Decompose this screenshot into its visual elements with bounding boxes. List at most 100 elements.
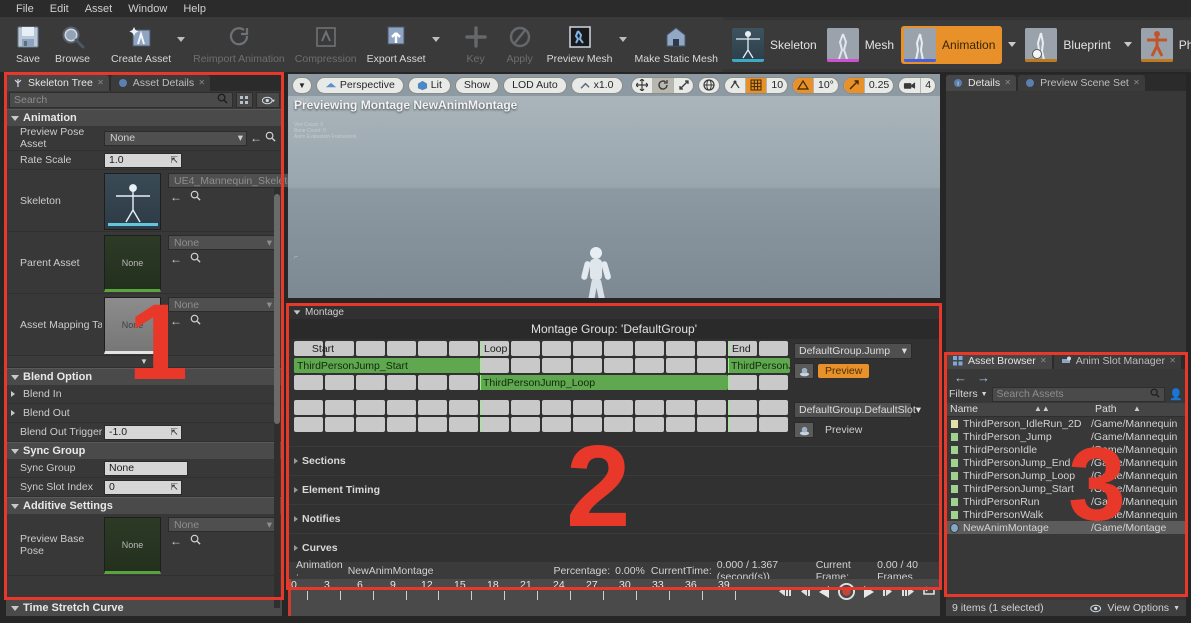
blend-out-trigger-time-input[interactable]: -1.0 ⇱ <box>104 424 182 440</box>
slot-jump-preview-icon[interactable] <box>794 363 814 379</box>
asset-mapping-table-thumbnail[interactable]: None <box>104 297 161 354</box>
preview-base-pose-combo[interactable]: None ▾ <box>168 517 276 532</box>
view-mode-button[interactable]: Perspective <box>315 76 404 94</box>
table-row[interactable]: NewAnimMontage /Game/Montage <box>946 521 1186 534</box>
scale-snap-value-dropdown[interactable]: 0.25 <box>865 78 893 93</box>
table-row[interactable]: ThirdPersonRun /Game/Mannequin <box>946 495 1186 508</box>
table-row[interactable]: ThirdPersonJump_End /Game/Mannequin <box>946 456 1186 469</box>
mode-mesh[interactable]: Mesh <box>824 26 901 64</box>
browse-to-asset-icon[interactable] <box>265 131 276 145</box>
browse-button[interactable]: Browse <box>50 20 95 65</box>
tab-asset-details[interactable]: Asset Details ✕ <box>110 75 211 91</box>
user-filter-icon[interactable]: 👤 <box>1169 388 1183 401</box>
slot-defaultslot-preview-button[interactable]: Preview <box>818 423 869 437</box>
tab-asset-details-close-icon[interactable]: ✕ <box>198 78 205 87</box>
move-tool-button[interactable] <box>632 77 653 93</box>
mode-blueprint[interactable]: Blueprint <box>1022 26 1117 64</box>
table-row[interactable]: ThirdPersonWalk /Game/Mannequin <box>946 508 1186 521</box>
grid-snap-toggle[interactable] <box>746 77 768 93</box>
slot-defaultslot-preview-icon[interactable] <box>794 422 814 438</box>
tab-asset-browser[interactable]: Asset Browser ✕ <box>946 353 1052 369</box>
search-input[interactable]: Search <box>9 92 233 108</box>
scale-snap-toggle[interactable] <box>843 77 865 93</box>
preview-mesh-dropdown-arrow-icon[interactable] <box>618 36 627 42</box>
section-sections[interactable]: Sections <box>288 446 940 475</box>
tab-anim-slot-manager[interactable]: Anim Slot Manager ✕ <box>1053 353 1181 369</box>
asset-mapping-table-combo[interactable]: None ▾ <box>168 297 276 312</box>
sync-slot-index-input[interactable]: 0 ⇱ <box>104 479 182 495</box>
settings-grid-button[interactable] <box>236 92 253 108</box>
tab-details-close-icon[interactable]: ✕ <box>1004 78 1011 87</box>
montage-segment-jump-start[interactable]: ThirdPersonJump_Start <box>294 358 480 373</box>
preview-pose-asset-combo[interactable]: None ▾ <box>104 130 247 146</box>
viewport-3d-scene[interactable] <box>288 96 940 298</box>
record-icon[interactable] <box>838 583 855 600</box>
montage-defaultslot-lane-1[interactable] <box>294 417 788 432</box>
animation-viewport[interactable]: ▼ Perspective Lit Show LOD Auto x1.0 10 … <box>288 74 940 298</box>
slot-jump-preview-button[interactable]: Preview <box>818 364 870 378</box>
column-header-path[interactable]: Path ▲ <box>1091 403 1186 416</box>
mode-animation[interactable]: Animation <box>901 25 1003 64</box>
arrow-left-icon[interactable]: ← <box>954 370 967 385</box>
tab-skeleton-tree-close-icon[interactable]: ✕ <box>97 78 104 87</box>
drag-handle-icon[interactable]: ⇱ <box>170 427 178 438</box>
step-back-icon[interactable] <box>799 585 811 598</box>
montage-defaultslot-lane-0[interactable] <box>294 400 788 415</box>
skeleton-use-selected-icon[interactable]: ← <box>170 190 182 204</box>
rate-scale-input[interactable]: 1.0 ⇱ <box>104 152 182 168</box>
drag-handle-icon[interactable]: ⇱ <box>170 482 178 493</box>
filters-button[interactable]: Filters ▼ <box>949 388 988 400</box>
section-marker-loop[interactable]: Loop <box>480 341 540 356</box>
view-options-button[interactable]: View Options ▼ <box>1090 602 1180 614</box>
asset-search-input[interactable]: Search Assets <box>991 386 1166 402</box>
preview-base-pose-browse-icon[interactable] <box>190 534 201 548</box>
blend-in-expander-icon[interactable] <box>11 391 15 397</box>
mode-physics[interactable]: Physics <box>1138 26 1191 64</box>
sync-group-input[interactable]: None <box>104 460 188 476</box>
menu-item-window[interactable]: Window <box>120 2 175 16</box>
tab-skeleton-tree[interactable]: Skeleton Tree ✕ <box>6 75 109 91</box>
tab-anim-slot-manager-close-icon[interactable]: ✕ <box>1169 356 1176 365</box>
show-more-properties-button[interactable]: ▼ <box>6 356 282 368</box>
category-animation[interactable]: Animation <box>6 109 282 126</box>
play-icon[interactable] <box>862 585 875 599</box>
step-forward-icon[interactable] <box>882 585 894 598</box>
parent-asset-browse-icon[interactable] <box>190 252 201 266</box>
skeleton-browse-icon[interactable] <box>190 190 201 204</box>
tab-asset-browser-close-icon[interactable]: ✕ <box>1040 356 1047 365</box>
parent-asset-combo[interactable]: None ▾ <box>168 235 276 250</box>
save-button[interactable]: Save <box>6 20 50 65</box>
step-forward-end-icon[interactable] <box>901 585 915 598</box>
montage-anim-lane-0[interactable]: ThirdPersonJump_Start ThirdPersonJum <box>294 358 790 373</box>
tab-preview-scene-close-icon[interactable]: ✕ <box>1133 78 1140 87</box>
asset-mapping-browse-icon[interactable] <box>190 314 201 328</box>
section-marker-start[interactable]: Start <box>294 341 352 356</box>
make-static-mesh-button[interactable]: Make Static Mesh <box>630 20 723 65</box>
montage-timeline[interactable]: 0 3 6 9 12 15 18 21 24 27 30 33 36 39 <box>288 579 940 616</box>
preview-base-pose-thumbnail[interactable]: None <box>104 517 161 574</box>
preview-base-pose-use-selected-icon[interactable]: ← <box>170 534 182 548</box>
category-time-stretch-curve[interactable]: Time Stretch Curve <box>6 599 282 616</box>
tab-preview-scene-settings[interactable]: Preview Scene Set ✕ <box>1018 75 1145 91</box>
category-blend-option[interactable]: Blend Option <box>6 368 282 385</box>
lod-button[interactable]: LOD Auto <box>503 76 567 94</box>
details-scrollbar-thumb[interactable] <box>274 194 280 424</box>
surface-snap-button[interactable] <box>725 77 747 93</box>
angle-snap-value-dropdown[interactable]: 10° <box>814 78 838 93</box>
playback-speed-button[interactable]: x1.0 <box>570 76 623 94</box>
column-header-name[interactable]: Name ▲▲ <box>946 403 1091 416</box>
step-back-end-icon[interactable] <box>778 585 792 598</box>
menu-item-file[interactable]: File <box>8 2 42 16</box>
mode-animation-dropdown-arrow-icon[interactable] <box>1008 42 1017 47</box>
slot-defaultslot-combo[interactable]: DefaultGroup.DefaultSlot ▾ <box>794 402 921 418</box>
montage-segment-jump-end[interactable]: ThirdPersonJum <box>728 358 790 373</box>
mode-skeleton[interactable]: Skeleton <box>729 26 824 64</box>
timeline-playhead[interactable] <box>288 579 291 616</box>
export-asset-dropdown-arrow-icon[interactable] <box>431 36 440 42</box>
grid-snap-value-dropdown[interactable]: 10 <box>767 78 787 93</box>
tab-details[interactable]: i Details ✕ <box>946 75 1017 91</box>
table-row[interactable]: ThirdPerson_Jump /Game/Mannequin <box>946 430 1186 443</box>
montage-panel-header[interactable]: Montage <box>288 305 940 319</box>
play-reverse-icon[interactable] <box>818 585 831 599</box>
table-row[interactable]: ThirdPersonJump_Loop /Game/Mannequin <box>946 469 1186 482</box>
